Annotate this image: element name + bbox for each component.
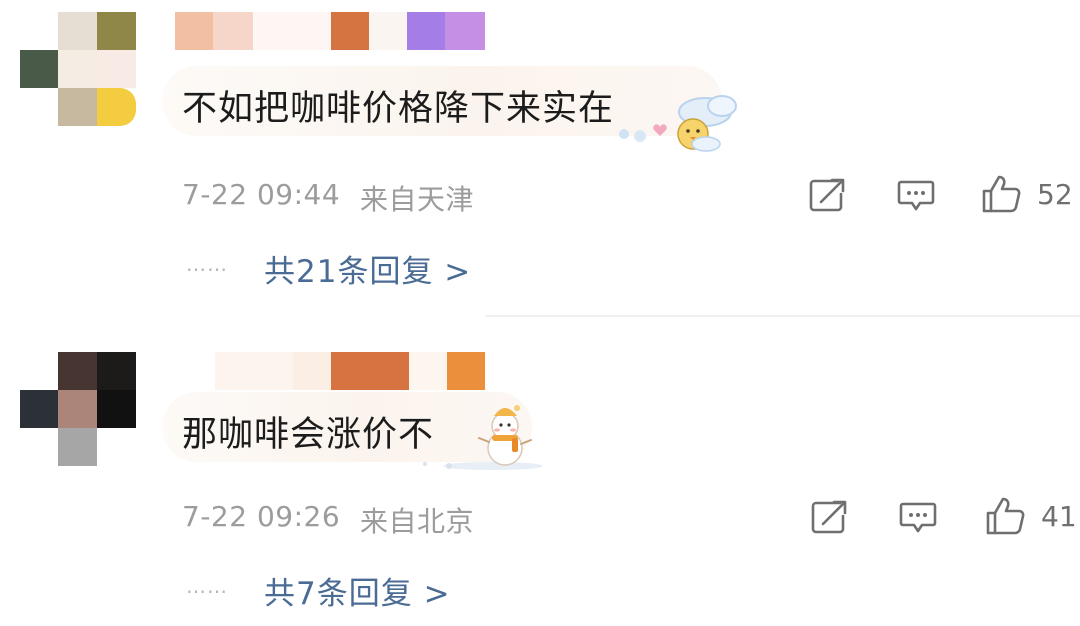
avatar[interactable]: [20, 352, 138, 466]
view-replies-link[interactable]: 共21条回复 >: [264, 246, 471, 291]
thumbs-up-icon[interactable]: [980, 174, 1022, 214]
comment-item: 那咖啡会涨价不 7-22 09:26 来自北京 41 …… 共7条回复 >: [0, 318, 1080, 626]
snowman-sticker-icon: [423, 405, 543, 470]
like-count: 41: [1041, 500, 1077, 533]
username[interactable]: [175, 12, 495, 50]
avatar[interactable]: [20, 12, 138, 126]
comment-location: 来自北京: [360, 505, 475, 538]
comment-icon[interactable]: [896, 178, 936, 214]
username[interactable]: [215, 352, 490, 390]
comment-text: 不如把咖啡价格降下来实在: [182, 89, 615, 129]
share-icon[interactable]: [810, 499, 850, 535]
comment-location: 来自天津: [360, 183, 475, 216]
like-count: 52: [1037, 178, 1073, 211]
replies-dots: ……: [186, 252, 228, 276]
comment-icon[interactable]: [898, 500, 938, 536]
chick-sticker-icon: [619, 95, 737, 152]
share-icon[interactable]: [808, 177, 848, 213]
comment-item: 不如把咖啡价格降下来实在 7-22 09:44 来自天津 52 …… 共21条回…: [0, 0, 1080, 316]
replies-dots: ……: [186, 574, 228, 598]
comment-timestamp: 7-22 09:44: [182, 178, 341, 211]
comment-divider: [485, 315, 1080, 317]
view-replies-link[interactable]: 共7条回复 >: [264, 568, 451, 613]
comment-text: 那咖啡会涨价不: [182, 415, 435, 455]
comment-timestamp: 7-22 09:26: [182, 500, 341, 533]
thumbs-up-icon[interactable]: [984, 496, 1026, 536]
